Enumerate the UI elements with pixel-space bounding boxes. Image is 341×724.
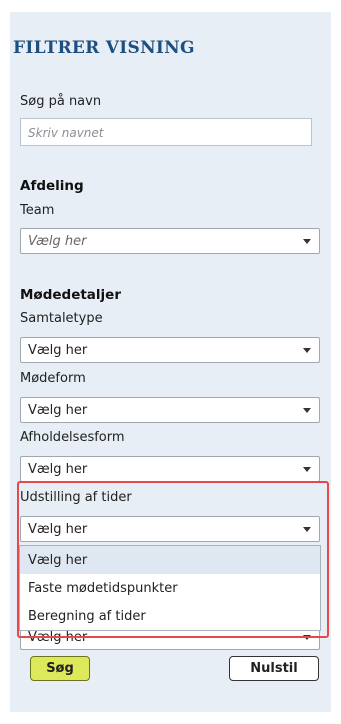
filter-title: FILTRER VISNING — [13, 38, 195, 58]
conversation-type-label: Samtaletype — [20, 311, 103, 326]
chevron-down-icon — [303, 467, 311, 472]
team-label: Team — [20, 203, 55, 218]
team-select-value: Vælg her — [28, 234, 87, 249]
search-button[interactable]: Søg — [30, 656, 90, 681]
hidden-select-value: Vælg her — [28, 630, 88, 645]
time-display-label: Udstilling af tider — [20, 490, 132, 505]
dropdown-option[interactable]: Vælg her — [20, 546, 320, 574]
chevron-down-icon — [303, 527, 311, 532]
time-display-value: Vælg her — [28, 522, 88, 537]
chevron-down-icon — [303, 408, 311, 413]
conversation-type-value: Vælg her — [28, 343, 88, 358]
team-select[interactable]: Vælg her — [20, 228, 320, 254]
holding-form-label: Afholdelsesform — [20, 430, 125, 445]
department-heading: Afdeling — [20, 178, 84, 194]
chevron-down-icon — [303, 239, 311, 244]
dropdown-option[interactable]: Faste mødetidspunkter — [20, 574, 320, 602]
conversation-type-select[interactable]: Vælg her — [20, 337, 320, 363]
time-display-dropdown: Vælg her Faste mødetidspunkter Beregning… — [19, 545, 321, 631]
name-search-label: Søg på navn — [20, 94, 102, 109]
meeting-form-select[interactable]: Vælg her — [20, 397, 320, 423]
meeting-details-heading: Mødedetaljer — [20, 287, 121, 303]
time-display-select[interactable]: Vælg her — [20, 516, 320, 542]
dropdown-option[interactable]: Beregning af tider — [20, 602, 320, 630]
chevron-down-icon — [303, 348, 311, 353]
reset-button[interactable]: Nulstil — [229, 656, 319, 681]
name-search-input[interactable]: Skriv navnet — [20, 118, 312, 146]
holding-form-value: Vælg her — [28, 462, 88, 477]
holding-form-select[interactable]: Vælg her — [20, 456, 320, 482]
name-search-placeholder: Skriv navnet — [28, 126, 104, 140]
meeting-form-label: Mødeform — [20, 371, 86, 386]
chevron-down-icon — [303, 635, 311, 640]
meeting-form-value: Vælg her — [28, 403, 88, 418]
